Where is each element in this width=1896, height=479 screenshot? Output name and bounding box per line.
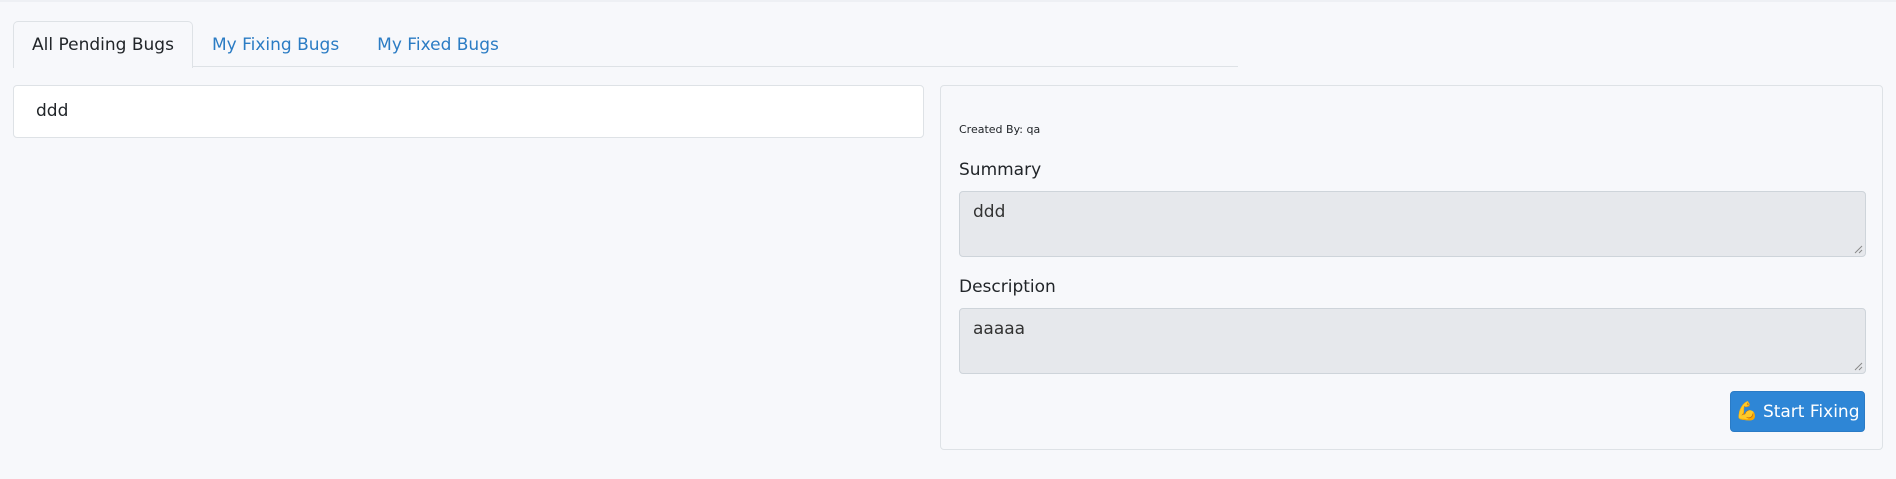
description-value: aaaaa <box>973 319 1026 339</box>
start-fixing-label: Start Fixing <box>1762 401 1860 422</box>
bug-list: ddd <box>13 85 924 138</box>
flexed-biceps-icon: 💪 <box>1735 401 1758 422</box>
tab-all-pending-bugs[interactable]: All Pending Bugs <box>13 21 193 68</box>
created-by-text: Created By: qa <box>959 123 1041 136</box>
summary-value: ddd <box>973 202 1006 222</box>
description-label: Description <box>959 277 1056 297</box>
bug-tabs: All Pending Bugs My Fixing Bugs My Fixed… <box>13 21 1238 68</box>
tab-my-fixed-bugs[interactable]: My Fixed Bugs <box>358 21 518 67</box>
bug-detail-panel: Created By: qa Summary ddd Description a… <box>940 85 1883 450</box>
summary-field[interactable]: ddd <box>959 191 1866 257</box>
bug-list-item[interactable]: ddd <box>14 86 923 137</box>
resize-handle-icon[interactable] <box>1854 362 1863 371</box>
description-field[interactable]: aaaaa <box>959 308 1866 374</box>
tab-my-fixing-bugs[interactable]: My Fixing Bugs <box>193 21 358 67</box>
start-fixing-button[interactable]: 💪 Start Fixing <box>1730 391 1865 432</box>
resize-handle-icon[interactable] <box>1854 245 1863 254</box>
top-divider <box>0 0 1896 2</box>
summary-label: Summary <box>959 160 1042 180</box>
